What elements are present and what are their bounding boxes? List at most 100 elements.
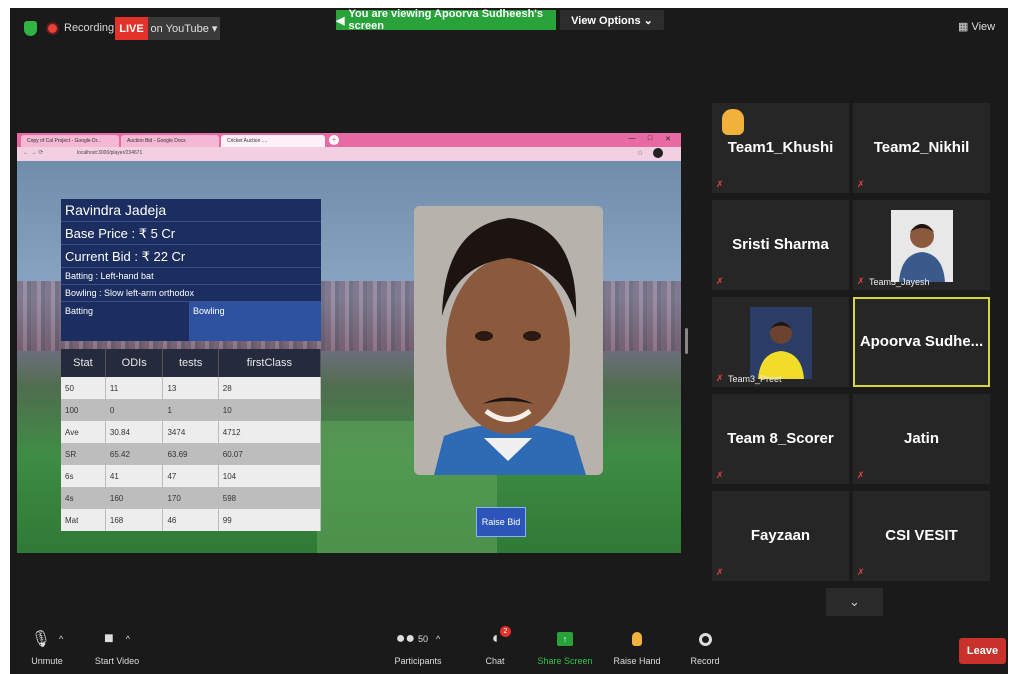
- tab-bowling[interactable]: Bowling: [189, 302, 321, 341]
- maximize-icon[interactable]: □: [643, 135, 657, 145]
- leave-button[interactable]: Leave: [959, 638, 1006, 664]
- nav-arrows-icon[interactable]: ← → ⟳: [23, 149, 43, 156]
- record-label: Record: [690, 656, 720, 666]
- participant-tile-active[interactable]: Apoorva Sudhe...: [853, 297, 990, 387]
- view-button[interactable]: ▦ View: [958, 20, 995, 33]
- top-bar: Recording LIVE on YouTube ▾ ◀ You are vi…: [10, 8, 1008, 50]
- stats-cell: 41: [105, 465, 164, 487]
- mic-muted-icon: ✗: [857, 276, 865, 286]
- participant-tile[interactable]: ✗ Team3_Preet: [712, 297, 849, 387]
- view-options-button[interactable]: View Options ⌄: [560, 10, 664, 30]
- youtube-dropdown[interactable]: on YouTube ▾: [148, 17, 220, 40]
- stats-cell: 0: [105, 399, 164, 421]
- stats-cell: 99: [218, 509, 322, 531]
- browser-tab[interactable]: Auction Bid - Google Docs: [121, 135, 219, 147]
- participant-label: Team3_Preet: [728, 374, 782, 384]
- browser-tab[interactable]: Cricket Auction ....: [221, 135, 325, 147]
- auction-page: Ravindra Jadeja Base Price : ₹ 5 Cr Curr…: [17, 161, 681, 553]
- participant-name: Team 8_Scorer: [727, 430, 834, 447]
- stats-header: ODIs: [105, 349, 164, 377]
- url-text[interactable]: localhost:3000/player/234671: [77, 150, 142, 156]
- player-photo: [414, 206, 603, 475]
- new-tab-icon[interactable]: +: [329, 135, 339, 145]
- person-video-icon: [750, 307, 812, 379]
- live-badge[interactable]: LIVE: [115, 17, 148, 40]
- table-row: Mat 168 46 99: [61, 509, 322, 531]
- participants-label: Participants: [394, 656, 442, 666]
- participant-name: Sristi Sharma: [732, 236, 829, 253]
- table-row: 100 0 1 10: [61, 399, 322, 421]
- table-row: 6s 41 47 104: [61, 465, 322, 487]
- participant-tile[interactable]: CSI VESIT ✗: [853, 491, 990, 581]
- participant-label: Team3_Jayesh: [869, 277, 930, 287]
- participant-tile[interactable]: Jatin ✗: [853, 394, 990, 484]
- mic-off-icon: 🎙 ^: [30, 631, 64, 648]
- participant-tile[interactable]: Team 8_Scorer ✗: [712, 394, 849, 484]
- participant-tile[interactable]: Fayzaan ✗: [712, 491, 849, 581]
- participant-name: Team2_Nikhil: [873, 139, 970, 156]
- stats-cell: Ave: [61, 421, 106, 443]
- resize-handle[interactable]: [685, 328, 688, 354]
- stats-cell: 10: [218, 399, 322, 421]
- participant-name: Fayzaan: [750, 527, 811, 544]
- raise-bid-button[interactable]: Raise Bid: [476, 507, 526, 537]
- grid-icon: ▦: [958, 21, 972, 33]
- star-icon[interactable]: ☆: [637, 149, 643, 157]
- start-video-button[interactable]: ■ ^ Start Video: [82, 628, 152, 666]
- player-portrait-icon: [414, 206, 603, 475]
- raise-hand-label: Raise Hand: [613, 656, 661, 666]
- record-button[interactable]: Record: [670, 628, 740, 666]
- mic-muted-icon: ✗: [857, 567, 865, 577]
- participants-button[interactable]: ●● 50 ^ Participants: [382, 628, 454, 666]
- stats-cell: 1: [162, 399, 219, 421]
- close-icon[interactable]: ✕: [661, 135, 675, 145]
- raised-hand-icon: [722, 109, 744, 135]
- participant-tile[interactable]: ✗ Team3_Jayesh: [853, 200, 990, 290]
- stats-cell: 598: [218, 487, 322, 509]
- zoom-meeting-window: Recording LIVE on YouTube ▾ ◀ You are vi…: [10, 8, 1008, 674]
- browser-tab[interactable]: Copy of Cal Project - Google Dr...: [21, 135, 119, 147]
- stats-cell: 168: [105, 509, 164, 531]
- participant-tile[interactable]: Sristi Sharma ✗: [712, 200, 849, 290]
- participant-name: Apoorva Sudhe...: [859, 333, 984, 350]
- stats-table: Stat ODIs tests firstClass 50 11 13 28 1…: [61, 349, 322, 531]
- chat-label: Chat: [485, 656, 505, 666]
- mic-muted-icon: ✗: [716, 276, 724, 286]
- recording-icon: [48, 24, 57, 33]
- raise-hand-button[interactable]: Raise Hand: [602, 628, 672, 666]
- stats-header: tests: [162, 349, 219, 377]
- unmute-button[interactable]: 🎙 ^ Unmute: [12, 628, 82, 666]
- mic-muted-icon: ✗: [716, 373, 724, 383]
- stats-cell: 50: [61, 377, 106, 399]
- participant-tile[interactable]: Team1_Khushi ✗: [712, 103, 849, 193]
- share-screen-button[interactable]: ↑ Share Screen: [530, 628, 600, 666]
- video-feed: [891, 210, 953, 282]
- stats-cell: 13: [162, 377, 219, 399]
- shield-icon[interactable]: [24, 21, 37, 36]
- chat-button[interactable]: ◖ 2 Chat: [460, 626, 530, 666]
- stats-header: Stat: [61, 349, 106, 377]
- tab-batting[interactable]: Batting: [61, 302, 189, 341]
- chevron-down-icon[interactable]: ⌄: [826, 588, 883, 616]
- participant-name: Jatin: [903, 430, 939, 447]
- minimize-icon[interactable]: —: [625, 135, 639, 145]
- shared-screen[interactable]: Copy of Cal Project - Google Dr... Aucti…: [17, 133, 681, 553]
- stats-cell: 63.69: [162, 443, 219, 465]
- start-video-label: Start Video: [94, 656, 140, 666]
- extension-icon[interactable]: [653, 148, 663, 158]
- bowling-style: Bowling : Slow left-arm orthodox: [61, 284, 321, 301]
- viewing-screen-banner: ◀ You are viewing Apoorva Sudheesh's scr…: [336, 8, 556, 32]
- mic-muted-icon: ✗: [716, 179, 724, 189]
- view-label: View: [971, 21, 996, 33]
- participant-name: Team1_Khushi: [727, 139, 834, 156]
- record-icon: [670, 628, 740, 650]
- participant-tile[interactable]: Team2_Nikhil ✗: [853, 103, 990, 193]
- recording-label: Recording: [64, 22, 115, 34]
- browser-address-bar[interactable]: ← → ⟳ localhost:3000/player/234671 ☆: [17, 147, 681, 161]
- stats-cell: 160: [105, 487, 164, 509]
- browser-tab-strip: Copy of Cal Project - Google Dr... Aucti…: [17, 133, 681, 147]
- stats-tabs: Batting Bowling: [61, 301, 321, 341]
- mic-muted-icon: ✗: [716, 567, 724, 577]
- bottom-toolbar: 🎙 ^ Unmute ■ ^ Start Video ●● 50 ^ Partici…: [10, 620, 1008, 674]
- raise-hand-icon: [602, 628, 672, 650]
